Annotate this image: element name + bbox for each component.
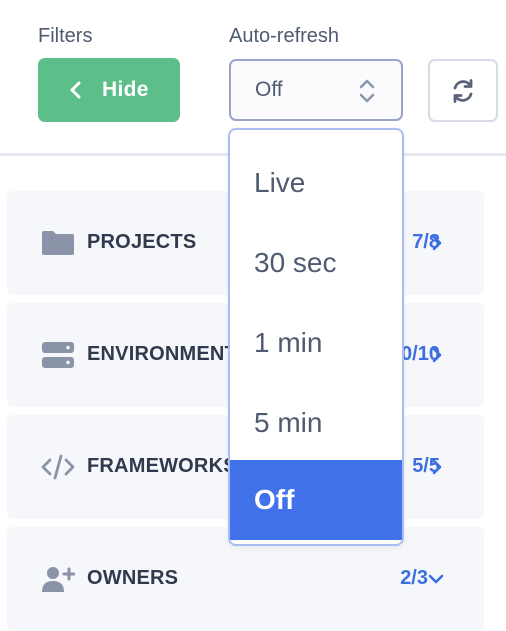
auto-refresh-dropdown: Live 30 sec 1 min 5 min Off bbox=[228, 128, 404, 546]
chevron-left-icon bbox=[70, 81, 81, 99]
option-1-min[interactable]: 1 min bbox=[230, 303, 402, 383]
folder-icon bbox=[42, 231, 74, 255]
add-user-icon bbox=[42, 567, 75, 592]
updown-chevron-icon bbox=[359, 79, 375, 103]
code-icon bbox=[41, 454, 75, 480]
refresh-button[interactable] bbox=[428, 59, 498, 122]
auto-refresh-select[interactable]: Off bbox=[229, 59, 403, 121]
card-title: OWNERS bbox=[87, 567, 179, 589]
option-5-min[interactable]: 5 min bbox=[230, 383, 402, 463]
option-off-selected[interactable]: Off bbox=[230, 460, 402, 540]
card-count: 2/3 bbox=[400, 567, 428, 589]
auto-refresh-value: Off bbox=[255, 78, 283, 101]
chevron-down-icon bbox=[428, 574, 444, 584]
chevron-right-icon bbox=[432, 347, 442, 363]
chevron-right-icon bbox=[432, 235, 442, 251]
hide-filters-button[interactable]: Hide bbox=[38, 58, 180, 122]
server-icon bbox=[42, 342, 74, 368]
filters-label: Filters bbox=[38, 25, 93, 47]
auto-refresh-label: Auto-refresh bbox=[229, 25, 340, 47]
refresh-icon bbox=[453, 78, 473, 103]
chevron-right-icon bbox=[432, 459, 442, 475]
card-title: FRAMEWORKS bbox=[87, 455, 237, 477]
card-title: ENVIRONMENTS bbox=[87, 343, 251, 365]
option-30-sec[interactable]: 30 sec bbox=[230, 223, 402, 303]
hide-button-label: Hide bbox=[102, 78, 149, 101]
option-live[interactable]: Live bbox=[230, 143, 402, 223]
card-title: PROJECTS bbox=[87, 231, 197, 253]
